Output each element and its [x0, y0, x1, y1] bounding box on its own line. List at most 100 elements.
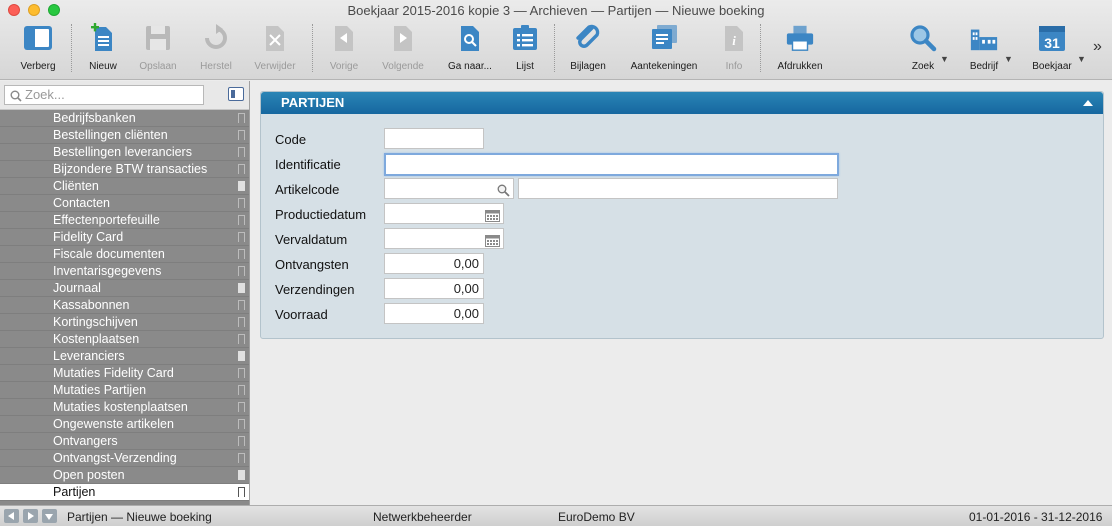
collapse-panel-icon[interactable]: [1083, 100, 1093, 106]
bookmark-icon[interactable]: [238, 164, 245, 174]
sidebar-search-input[interactable]: Zoek...: [4, 85, 204, 105]
sidebar-item-label: Journaal: [53, 281, 101, 295]
bookmark-icon[interactable]: [238, 147, 245, 157]
herstel-button[interactable]: Herstel: [194, 20, 238, 78]
bookmark-icon[interactable]: [238, 215, 245, 225]
nieuw-button[interactable]: Nieuw: [83, 20, 123, 78]
bookmark-icon[interactable]: [238, 283, 245, 293]
bookmark-icon[interactable]: [238, 198, 245, 208]
code-field[interactable]: [384, 128, 484, 149]
menu-arrow-icon[interactable]: [42, 509, 57, 523]
sidebar-item-label: Bijzondere BTW transacties: [53, 162, 208, 176]
sidebar-item[interactable]: Leveranciers: [0, 348, 249, 365]
bookmark-icon[interactable]: [238, 232, 245, 242]
lookup-search-icon[interactable]: [497, 183, 510, 202]
bedrijf-button[interactable]: Bedrijf: [964, 20, 1004, 78]
boekjaar-button[interactable]: 31 Boekjaar: [1030, 20, 1074, 78]
bookmark-icon[interactable]: [238, 130, 245, 140]
bookmark-icon[interactable]: [238, 453, 245, 463]
next-arrow-icon[interactable]: [23, 509, 38, 523]
zoek-button[interactable]: Zoek: [906, 20, 940, 78]
bookmark-icon[interactable]: [238, 368, 245, 378]
opslaan-button[interactable]: Opslaan: [136, 20, 180, 78]
sidebar-item[interactable]: Ontvangers: [0, 433, 249, 450]
artikelcode-description-field: [518, 178, 838, 199]
sidebar-item[interactable]: Kostenplaatsen: [0, 331, 249, 348]
bookmark-icon[interactable]: [238, 334, 245, 344]
bookmark-icon[interactable]: [238, 266, 245, 276]
sidebar-item[interactable]: Kassabonnen: [0, 297, 249, 314]
bookmark-icon[interactable]: [238, 249, 245, 259]
main-content: PARTIJEN Code Identificatie Artikelcode …: [251, 81, 1112, 505]
sidebar-item-label: Leveranciers: [53, 349, 125, 363]
toolbar-overflow-chevron-icon[interactable]: »: [1093, 38, 1102, 56]
ontvangsten-field[interactable]: 0,00: [384, 253, 484, 274]
artikelcode-field[interactable]: [384, 178, 514, 199]
boekjaar-dropdown-arrow-icon[interactable]: ▼: [1077, 54, 1086, 64]
sidebar-item[interactable]: Cliënten: [0, 178, 249, 195]
vorige-button[interactable]: Vorige: [324, 20, 364, 78]
bedrijf-dropdown-arrow-icon[interactable]: ▼: [1004, 54, 1013, 64]
voorraad-field[interactable]: 0,00: [384, 303, 484, 324]
sidebar-item-label: Ontvangers: [53, 434, 118, 448]
sidebar-item[interactable]: Effectenportefeuille: [0, 212, 249, 229]
sidebar-item[interactable]: Bestellingen leveranciers: [0, 144, 249, 161]
voorraad-label: Voorraad: [275, 307, 328, 322]
bookmark-icon[interactable]: [238, 436, 245, 446]
bookmark-icon[interactable]: [238, 351, 245, 361]
verzendingen-field[interactable]: 0,00: [384, 278, 484, 299]
panel-header[interactable]: PARTIJEN: [261, 92, 1103, 114]
sidebar-item[interactable]: Bestellingen cliënten: [0, 127, 249, 144]
bookmark-icon[interactable]: [238, 300, 245, 310]
verwijder-button[interactable]: Verwijder: [252, 20, 298, 78]
sidebar-panel-toggle-icon[interactable]: [228, 87, 244, 101]
bookmark-icon[interactable]: [238, 487, 245, 497]
window-title: Boekjaar 2015-2016 kopie 3 — Archieven —…: [347, 3, 765, 18]
previous-record-icon: [329, 22, 359, 54]
sidebar-item[interactable]: Partijen: [0, 484, 249, 501]
sidebar-item[interactable]: Mutaties Partijen: [0, 382, 249, 399]
lijst-button[interactable]: Lijst: [508, 20, 542, 78]
sidebar-item[interactable]: Fiscale documenten: [0, 246, 249, 263]
sidebar-item-label: Kortingschijven: [53, 315, 138, 329]
bookmark-icon[interactable]: [238, 385, 245, 395]
sidebar-item[interactable]: Open posten: [0, 467, 249, 484]
identificatie-field[interactable]: [384, 153, 839, 176]
bookmark-icon[interactable]: [238, 419, 245, 429]
new-document-icon: [88, 22, 118, 54]
bookmark-icon[interactable]: [238, 317, 245, 327]
sidebar-item[interactable]: Kortingschijven: [0, 314, 249, 331]
verberg-button[interactable]: Verberg: [14, 20, 62, 78]
sidebar-item[interactable]: Mutaties Fidelity Card: [0, 365, 249, 382]
sidebar-item[interactable]: Fidelity Card: [0, 229, 249, 246]
productiedatum-field[interactable]: [384, 203, 504, 224]
sidebar-item[interactable]: Mutaties kostenplaatsen: [0, 399, 249, 416]
toolbar-separator: [554, 24, 555, 72]
sidebar-item[interactable]: Journaal: [0, 280, 249, 297]
calendar-picker-icon[interactable]: [485, 233, 500, 252]
sidebar-item[interactable]: Bijzondere BTW transacties: [0, 161, 249, 178]
previous-arrow-icon[interactable]: [4, 509, 19, 523]
bookmark-icon[interactable]: [238, 402, 245, 412]
sidebar-search-bar: Zoek...: [0, 81, 249, 110]
afdrukken-button[interactable]: Afdrukken: [772, 20, 828, 78]
bookmark-icon[interactable]: [238, 181, 245, 191]
ga-naar-button[interactable]: Ga naar...: [444, 20, 496, 78]
volgende-button[interactable]: Volgende: [378, 20, 428, 78]
sidebar-item[interactable]: Contacten: [0, 195, 249, 212]
undo-icon: [201, 22, 231, 54]
sidebar-item[interactable]: Ontvangst-Verzending: [0, 450, 249, 467]
aantekeningen-button[interactable]: Aantekeningen: [626, 20, 702, 78]
sidebar-item[interactable]: Bedrijfsbanken: [0, 110, 249, 127]
sidebar-item[interactable]: Ongewenste artikelen: [0, 416, 249, 433]
status-period: 01-01-2016 - 31-12-2016: [969, 510, 1103, 524]
info-button[interactable]: i Info: [720, 20, 748, 78]
code-label: Code: [275, 132, 307, 147]
bookmark-icon[interactable]: [238, 113, 245, 123]
zoek-dropdown-arrow-icon[interactable]: ▼: [940, 54, 949, 64]
calendar-picker-icon[interactable]: [485, 208, 500, 227]
bijlagen-button[interactable]: Bijlagen: [566, 20, 610, 78]
bookmark-icon[interactable]: [238, 470, 245, 480]
sidebar-item[interactable]: Inventarisgegevens: [0, 263, 249, 280]
vervaldatum-field[interactable]: [384, 228, 504, 249]
